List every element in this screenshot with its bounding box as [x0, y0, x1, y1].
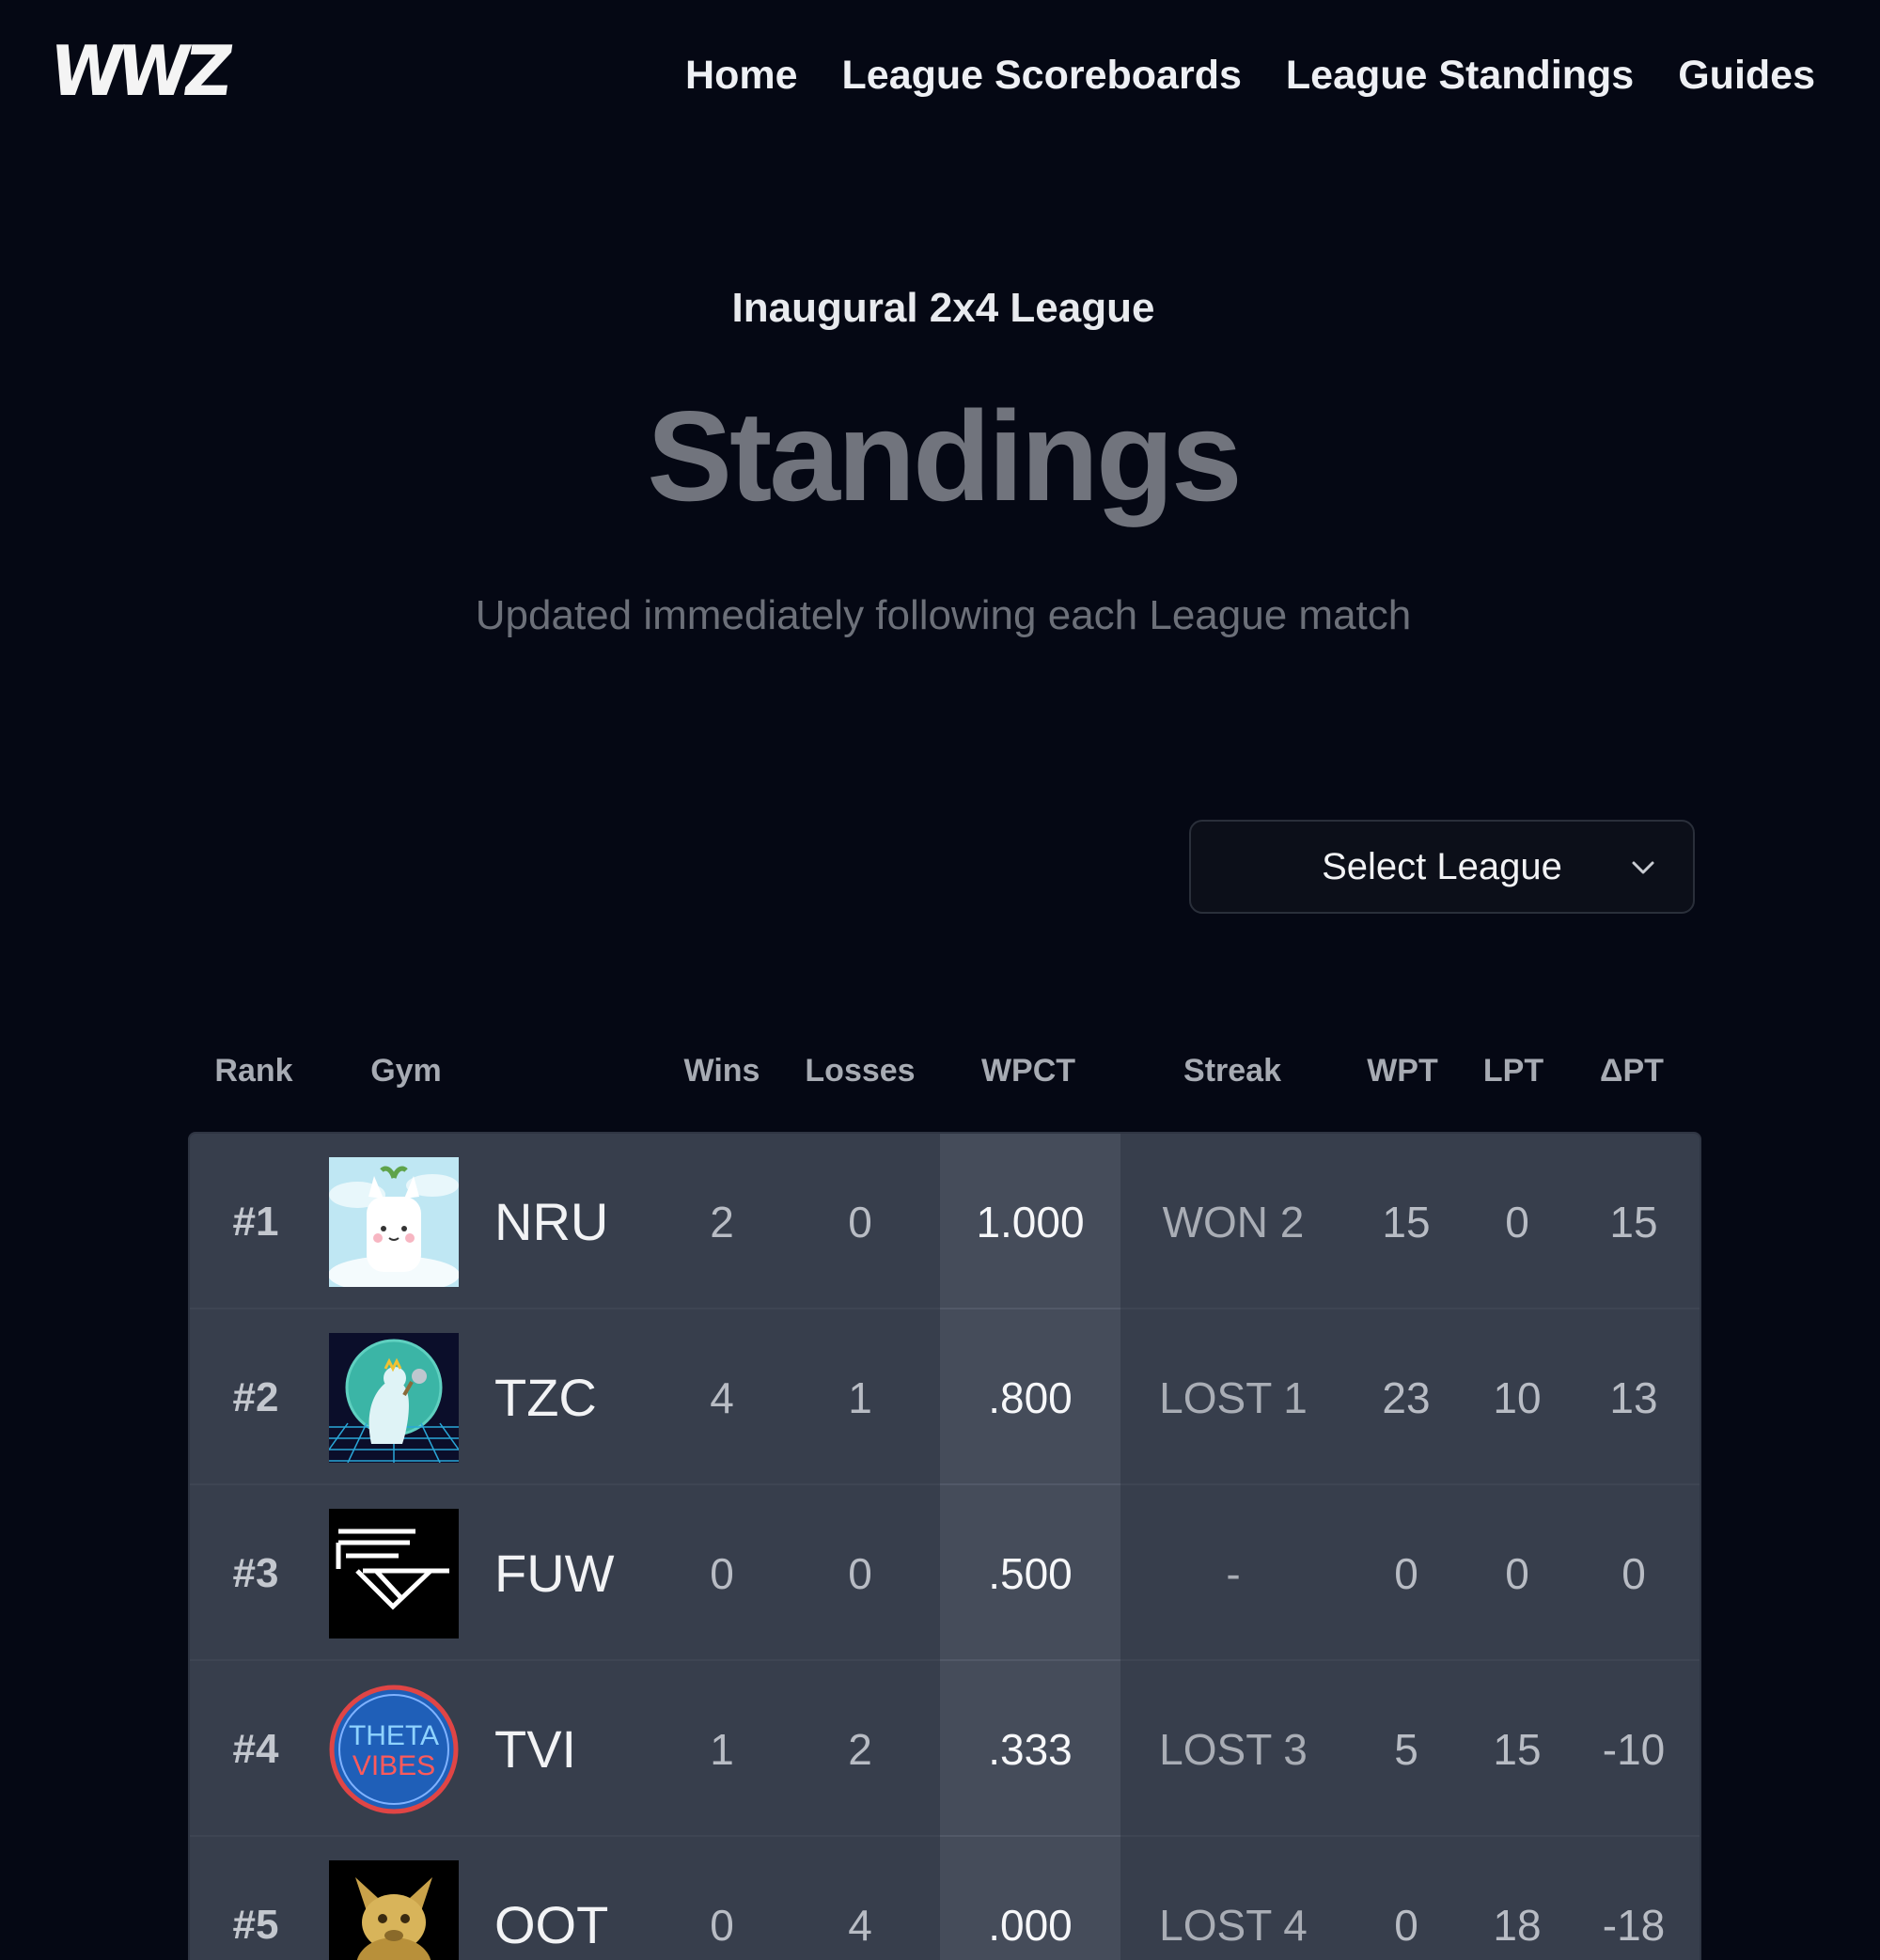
wins-cell: 1 — [710, 1724, 734, 1774]
column-header-delta-pt[interactable]: ΔPT — [1592, 1053, 1671, 1090]
losses-cell: 4 — [848, 1900, 872, 1950]
league-name: Inaugural 2x4 League — [731, 285, 1155, 331]
lpt-cell: 10 — [1493, 1372, 1542, 1422]
column-header-wins[interactable]: Wins — [675, 1053, 769, 1090]
wins-cell: 2 — [710, 1197, 734, 1247]
wpt-cell: 0 — [1394, 1900, 1418, 1950]
wpt-cell: 5 — [1394, 1724, 1418, 1774]
rank-cell: #1 — [232, 1198, 279, 1245]
wins-cell: 4 — [710, 1372, 734, 1422]
lpt-cell: 0 — [1505, 1548, 1529, 1598]
page: WWZ Home League Scoreboards League Stand… — [0, 0, 1880, 1960]
wpct-cell: .000 — [988, 1900, 1073, 1950]
site-logo[interactable]: WWZ — [45, 31, 232, 112]
wpt-cell: 15 — [1382, 1197, 1431, 1247]
page-title: Standings — [647, 384, 1242, 527]
streak-cell: WON 2 — [1162, 1197, 1305, 1247]
gym-name-cell[interactable]: NRU — [494, 1134, 664, 1309]
delta-pt-cell: 0 — [1622, 1548, 1646, 1598]
table-row[interactable]: #3 FUW 0 0 .500 - 0 0 0 — [190, 1485, 1700, 1661]
rank-cell: #3 — [232, 1549, 279, 1596]
losses-cell: 1 — [848, 1372, 872, 1422]
table-row[interactable]: #2 TZC 4 1 .800 LOST 1 23 10 13 — [190, 1309, 1700, 1485]
streak-cell: LOST 1 — [1159, 1372, 1308, 1422]
delta-pt-cell: -18 — [1602, 1900, 1666, 1950]
losses-cell: 0 — [848, 1548, 872, 1598]
nav-league-scoreboards-link[interactable]: League Scoreboards — [842, 45, 1242, 105]
delta-pt-cell: -10 — [1602, 1724, 1666, 1774]
nav-league-standings-link[interactable]: League Standings — [1286, 45, 1634, 105]
rank-cell: #5 — [232, 1901, 279, 1948]
kaiju-avatar-icon — [329, 1333, 459, 1463]
column-header-wpct[interactable]: WPCT — [968, 1053, 1089, 1090]
table-row[interactable]: #1 NRU 2 0 1.000 WON 2 15 0 15 — [190, 1134, 1700, 1309]
wpt-cell: 0 — [1394, 1548, 1418, 1598]
nav-guides-link[interactable]: Guides — [1678, 45, 1815, 105]
golden-creature-avatar-icon — [329, 1860, 459, 1960]
wins-cell: 0 — [710, 1548, 734, 1598]
wins-cell: 0 — [710, 1900, 734, 1950]
streak-cell: LOST 3 — [1159, 1724, 1308, 1774]
logo-wordmark: WWZ — [44, 30, 233, 113]
streak-cell: LOST 4 — [1159, 1900, 1308, 1950]
wpt-cell: 23 — [1382, 1372, 1431, 1422]
wpct-cell: .800 — [988, 1372, 1073, 1422]
standings-table-body: #1 NRU 2 0 1.000 WON 2 15 0 15 #2 TZC 4 … — [190, 1134, 1700, 1960]
column-header-rank[interactable]: Rank — [214, 1053, 293, 1090]
lpt-cell: 18 — [1493, 1900, 1542, 1950]
wpct-cell: 1.000 — [976, 1197, 1085, 1247]
theta-vibes-top-text: THETA — [349, 1720, 439, 1751]
column-header-wpt[interactable]: WPT — [1359, 1053, 1446, 1090]
top-nav: Home League Scoreboards League Standings… — [685, 45, 1815, 105]
page-subtitle: Updated immediately following each Leagu… — [475, 592, 1412, 638]
league-select-label: Select League — [1322, 845, 1562, 887]
delta-pt-cell: 13 — [1609, 1372, 1658, 1422]
theta-vibes-bottom-text: VIBES — [352, 1750, 435, 1781]
table-row[interactable]: #5 OOT 0 4 .000 LOST 4 0 18 -18 — [190, 1837, 1700, 1960]
standings-table-header: Rank Gym Wins Losses WPCT Streak WPT LPT… — [0, 1053, 1880, 1100]
delta-pt-cell: 15 — [1609, 1197, 1658, 1247]
column-header-lpt[interactable]: LPT — [1474, 1053, 1553, 1090]
streak-cell: - — [1226, 1548, 1241, 1598]
losses-cell: 2 — [848, 1724, 872, 1774]
wpct-cell: .333 — [988, 1724, 1073, 1774]
nav-home-link[interactable]: Home — [685, 45, 797, 105]
league-select[interactable]: Select League — [1189, 820, 1695, 914]
gym-name-cell[interactable]: TVI — [494, 1661, 664, 1837]
rank-cell: #2 — [232, 1373, 279, 1420]
rank-cell: #4 — [232, 1725, 279, 1772]
wpct-cell: .500 — [988, 1548, 1073, 1598]
column-header-streak[interactable]: Streak — [1166, 1053, 1299, 1090]
table-row[interactable]: #4 THETA VIBES TVI 1 2 .333 LOST 3 5 15 … — [190, 1661, 1700, 1837]
fw-logo-avatar-icon — [329, 1509, 459, 1639]
gym-name-cell[interactable]: FUW — [494, 1485, 664, 1661]
losses-cell: 0 — [848, 1197, 872, 1247]
gym-name-cell[interactable]: TZC — [494, 1309, 664, 1485]
column-header-losses[interactable]: Losses — [801, 1053, 919, 1090]
theta-vibes-avatar-icon: THETA VIBES — [329, 1685, 459, 1814]
column-header-gym[interactable]: Gym — [367, 1053, 446, 1090]
chevron-down-icon — [1632, 861, 1654, 874]
llama-avatar-icon — [329, 1157, 459, 1287]
gym-name-cell[interactable]: OOT — [494, 1837, 664, 1960]
lpt-cell: 0 — [1505, 1197, 1529, 1247]
lpt-cell: 15 — [1493, 1724, 1542, 1774]
